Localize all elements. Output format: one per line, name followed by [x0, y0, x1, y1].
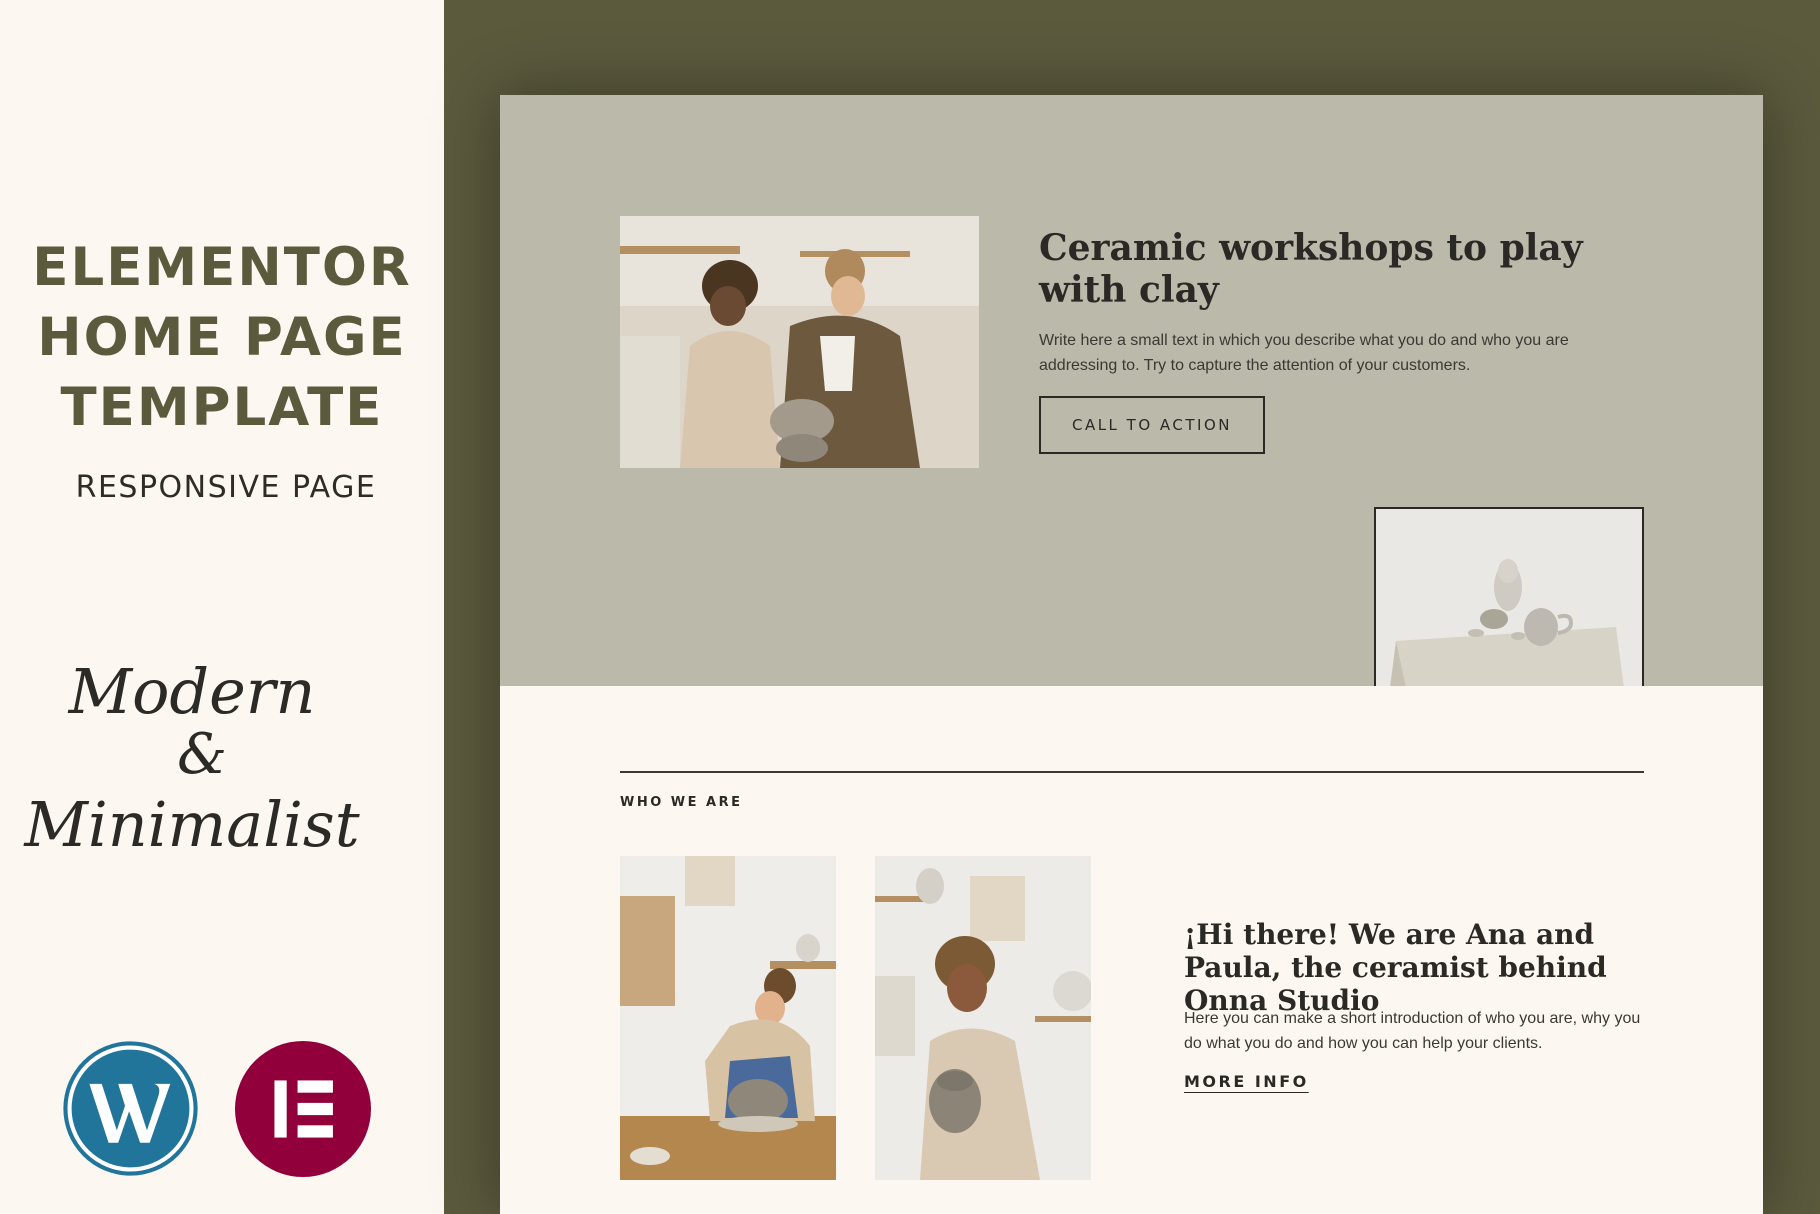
wordpress-logo-icon — [63, 1041, 198, 1176]
script-minimalist: Minimalist — [24, 788, 360, 861]
script-modern: Modern — [68, 655, 316, 728]
website-mockup: Ceramic workshops to play with clay Writ… — [500, 95, 1763, 1214]
call-to-action-button[interactable]: CALL TO ACTION — [1039, 396, 1265, 454]
about-description: Here you can make a short introduction o… — [1184, 1010, 1641, 1052]
team-photo-ana — [620, 856, 836, 1180]
promo-panel: ELEMENTOR HOME PAGE TEMPLATE RESPONSIVE … — [0, 0, 444, 1214]
section-label: WHO WE ARE — [620, 795, 743, 810]
about-heading: ¡Hi there! We are Ana and Paula, the cer… — [1184, 918, 1607, 1017]
promo-subtitle: RESPONSIVE PAGE — [75, 470, 377, 505]
hero-photo — [620, 216, 979, 468]
promo-title-line-1: ELEMENTOR — [32, 237, 412, 298]
team-photo-paula — [875, 856, 1091, 1180]
still-life-photo — [1374, 507, 1644, 686]
promo-title-line-2: HOME PAGE — [37, 307, 407, 368]
hero-section: Ceramic workshops to play with clay Writ… — [500, 95, 1763, 686]
elementor-logo-icon — [235, 1041, 371, 1177]
more-info-link[interactable]: MORE INFO — [1184, 1072, 1309, 1091]
section-divider — [620, 771, 1644, 773]
hero-description: Write here a small text in which you des… — [1039, 332, 1569, 374]
promo-title-line-3: TEMPLATE — [60, 377, 384, 438]
hero-heading: Ceramic workshops to play with clay — [1039, 227, 1583, 311]
script-ampersand: & — [177, 722, 227, 787]
